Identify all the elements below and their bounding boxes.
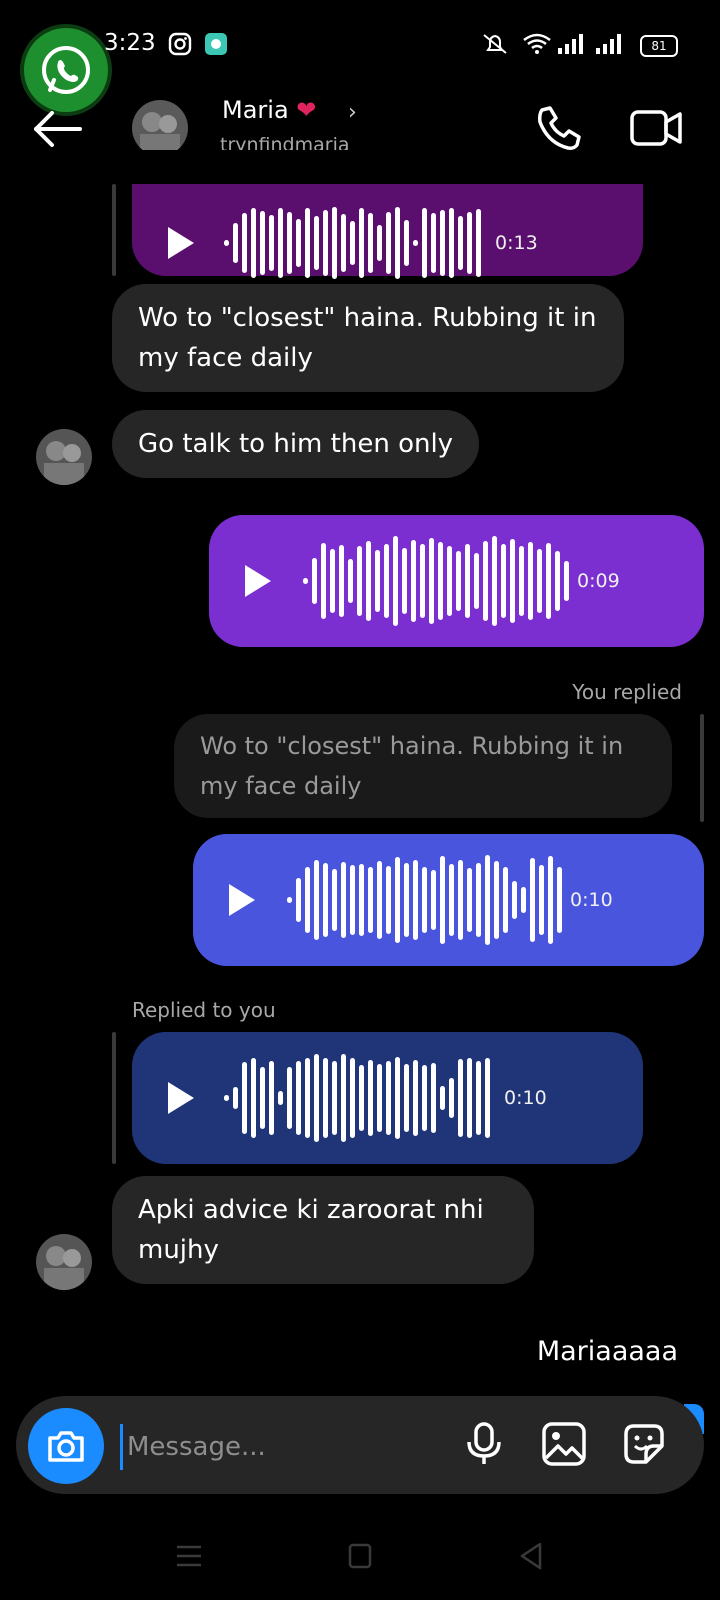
battery-icon: 81 bbox=[640, 35, 678, 57]
sticker-icon[interactable] bbox=[620, 1420, 668, 1468]
message-input[interactable] bbox=[120, 1424, 429, 1470]
signal-icon bbox=[558, 34, 583, 54]
wifi-icon bbox=[523, 33, 551, 54]
voice-message[interactable]: 0:10 bbox=[132, 1032, 643, 1164]
message-text: Go talk to him then only bbox=[138, 429, 454, 459]
voice-duration: 0:10 bbox=[504, 1087, 547, 1109]
heart-icon: ❤ bbox=[296, 96, 317, 124]
reply-label: Replied to you bbox=[132, 998, 276, 1022]
voice-message[interactable]: 0:10 bbox=[193, 834, 704, 966]
voice-duration: 0:09 bbox=[577, 570, 620, 592]
camera-icon bbox=[48, 1431, 84, 1462]
home-icon[interactable] bbox=[346, 1540, 374, 1572]
back-arrow-icon[interactable] bbox=[30, 106, 86, 152]
play-icon[interactable] bbox=[168, 227, 194, 259]
play-icon[interactable] bbox=[245, 565, 271, 597]
camera-button[interactable] bbox=[28, 1408, 104, 1484]
video-icon[interactable] bbox=[630, 106, 682, 150]
voice-duration: 0:10 bbox=[570, 889, 613, 911]
reply-label: You replied bbox=[572, 680, 682, 704]
message-bubble[interactable]: Go talk to him then only bbox=[112, 410, 480, 478]
phone-icon[interactable] bbox=[532, 104, 582, 152]
microphone-icon[interactable] bbox=[460, 1420, 508, 1468]
status-time: 3:23 bbox=[104, 30, 156, 56]
instagram-icon bbox=[168, 32, 192, 56]
play-icon[interactable] bbox=[168, 1082, 194, 1114]
avatar[interactable] bbox=[36, 1234, 92, 1290]
waveform bbox=[224, 193, 485, 293]
whatsapp-bubble[interactable] bbox=[24, 28, 108, 112]
voice-duration: 0:13 bbox=[495, 232, 538, 254]
message-text: Apki advice ki zaroorat nhi mujhy bbox=[138, 1195, 484, 1265]
avatar[interactable] bbox=[132, 100, 188, 156]
reply-indicator bbox=[112, 1032, 116, 1164]
signal-icon bbox=[596, 34, 621, 54]
header-mask bbox=[100, 150, 660, 184]
message-text: Wo to "closest" haina. Rubbing it in my … bbox=[138, 303, 597, 373]
message-bubble[interactable]: Wo to "closest" haina. Rubbing it in my … bbox=[112, 284, 624, 392]
play-icon[interactable] bbox=[229, 884, 255, 916]
reply-indicator bbox=[112, 184, 116, 276]
menu-icon[interactable] bbox=[174, 1540, 204, 1572]
contact-name[interactable]: Maria ❤ bbox=[222, 96, 316, 124]
gallery-icon[interactable] bbox=[540, 1420, 588, 1468]
avatar[interactable] bbox=[36, 429, 92, 485]
message-bubble[interactable]: Apki advice ki zaroorat nhi mujhy bbox=[112, 1176, 534, 1284]
back-icon[interactable] bbox=[516, 1540, 546, 1572]
waveform bbox=[287, 850, 566, 950]
outgoing-message[interactable]: Mariaaaaa bbox=[537, 1336, 678, 1367]
reply-indicator bbox=[700, 714, 704, 822]
mute-icon bbox=[483, 34, 507, 54]
app-icon bbox=[205, 33, 227, 55]
waveform bbox=[303, 531, 573, 631]
quoted-message[interactable]: Wo to "closest" haina. Rubbing it in my … bbox=[174, 714, 672, 818]
voice-message[interactable]: 0:09 bbox=[209, 515, 704, 647]
chevron-right-icon[interactable]: › bbox=[348, 100, 357, 125]
waveform bbox=[224, 1048, 494, 1148]
whatsapp-icon bbox=[42, 46, 90, 94]
quoted-text: Wo to "closest" haina. Rubbing it in my … bbox=[200, 732, 624, 800]
